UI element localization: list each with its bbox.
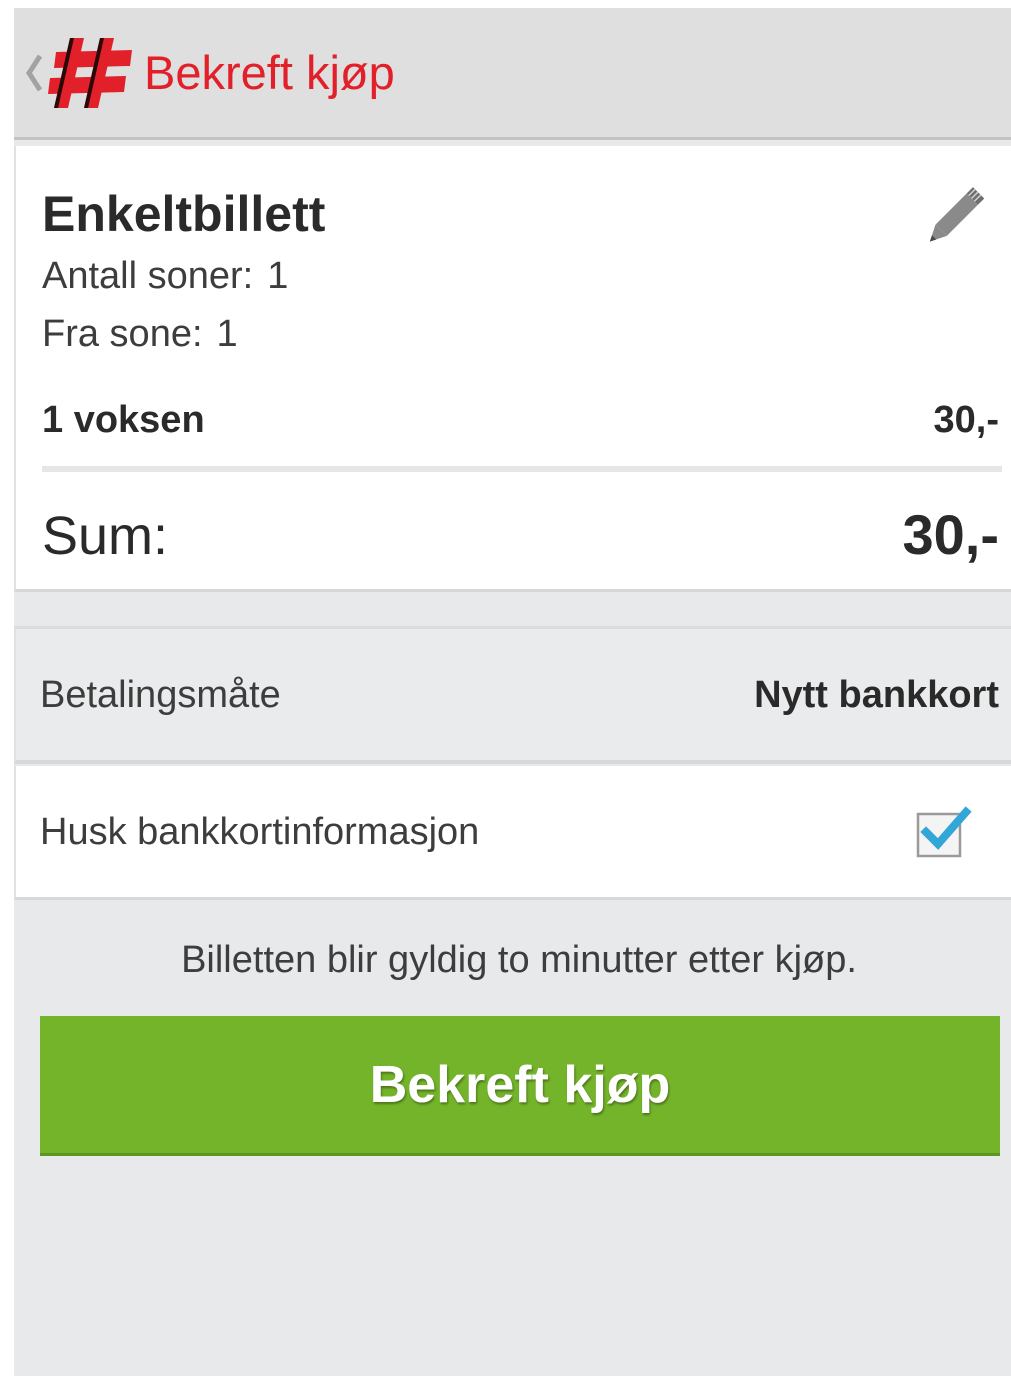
zones-value: 1 xyxy=(267,255,289,297)
ticket-type-title: Enkeltbillett xyxy=(42,186,326,242)
divider xyxy=(42,466,1002,472)
payment-method-value: Nytt bankkort xyxy=(754,674,999,716)
from-zone-row: Fra sone: 1 xyxy=(42,312,238,356)
zones-row: Antall soner: 1 xyxy=(42,254,288,298)
remember-card-label: Husk bankkortinformasjon xyxy=(40,811,480,853)
hash-logo-icon[interactable] xyxy=(48,36,132,110)
zones-label: Antall soner: xyxy=(42,255,254,297)
confirm-purchase-button[interactable]: Bekreft kjøp xyxy=(40,1016,1000,1156)
passenger-price: 30,- xyxy=(933,399,999,441)
sum-value: 30,- xyxy=(902,503,1000,566)
from-zone-label: Fra sone: xyxy=(42,313,203,355)
remember-card-checkbox[interactable] xyxy=(914,804,972,862)
page-title: Bekreft kjøp xyxy=(144,46,395,99)
sum-label: Sum: xyxy=(42,506,169,566)
payment-method-row[interactable]: Betalingsmåte Nytt bankkort xyxy=(14,626,1011,764)
back-caret-icon[interactable] xyxy=(24,48,44,98)
ticket-summary-card: Enkeltbillett Antall soner: 1 Fra sone: 1 … xyxy=(14,146,1011,592)
action-bar: Bekreft kjøp xyxy=(14,8,1011,140)
validity-notice: Billetten blir gyldig to minutter etter … xyxy=(181,939,857,981)
passenger-count-label: 1 voksen xyxy=(42,399,205,441)
payment-method-label: Betalingsmåte xyxy=(40,674,281,716)
remember-card-row[interactable]: Husk bankkortinformasjon xyxy=(14,766,1011,900)
screen: Bekreft kjøp Enkeltbillett Antall soner:… xyxy=(14,8,1011,1376)
from-zone-value: 1 xyxy=(216,313,238,355)
pencil-icon[interactable] xyxy=(916,174,996,254)
